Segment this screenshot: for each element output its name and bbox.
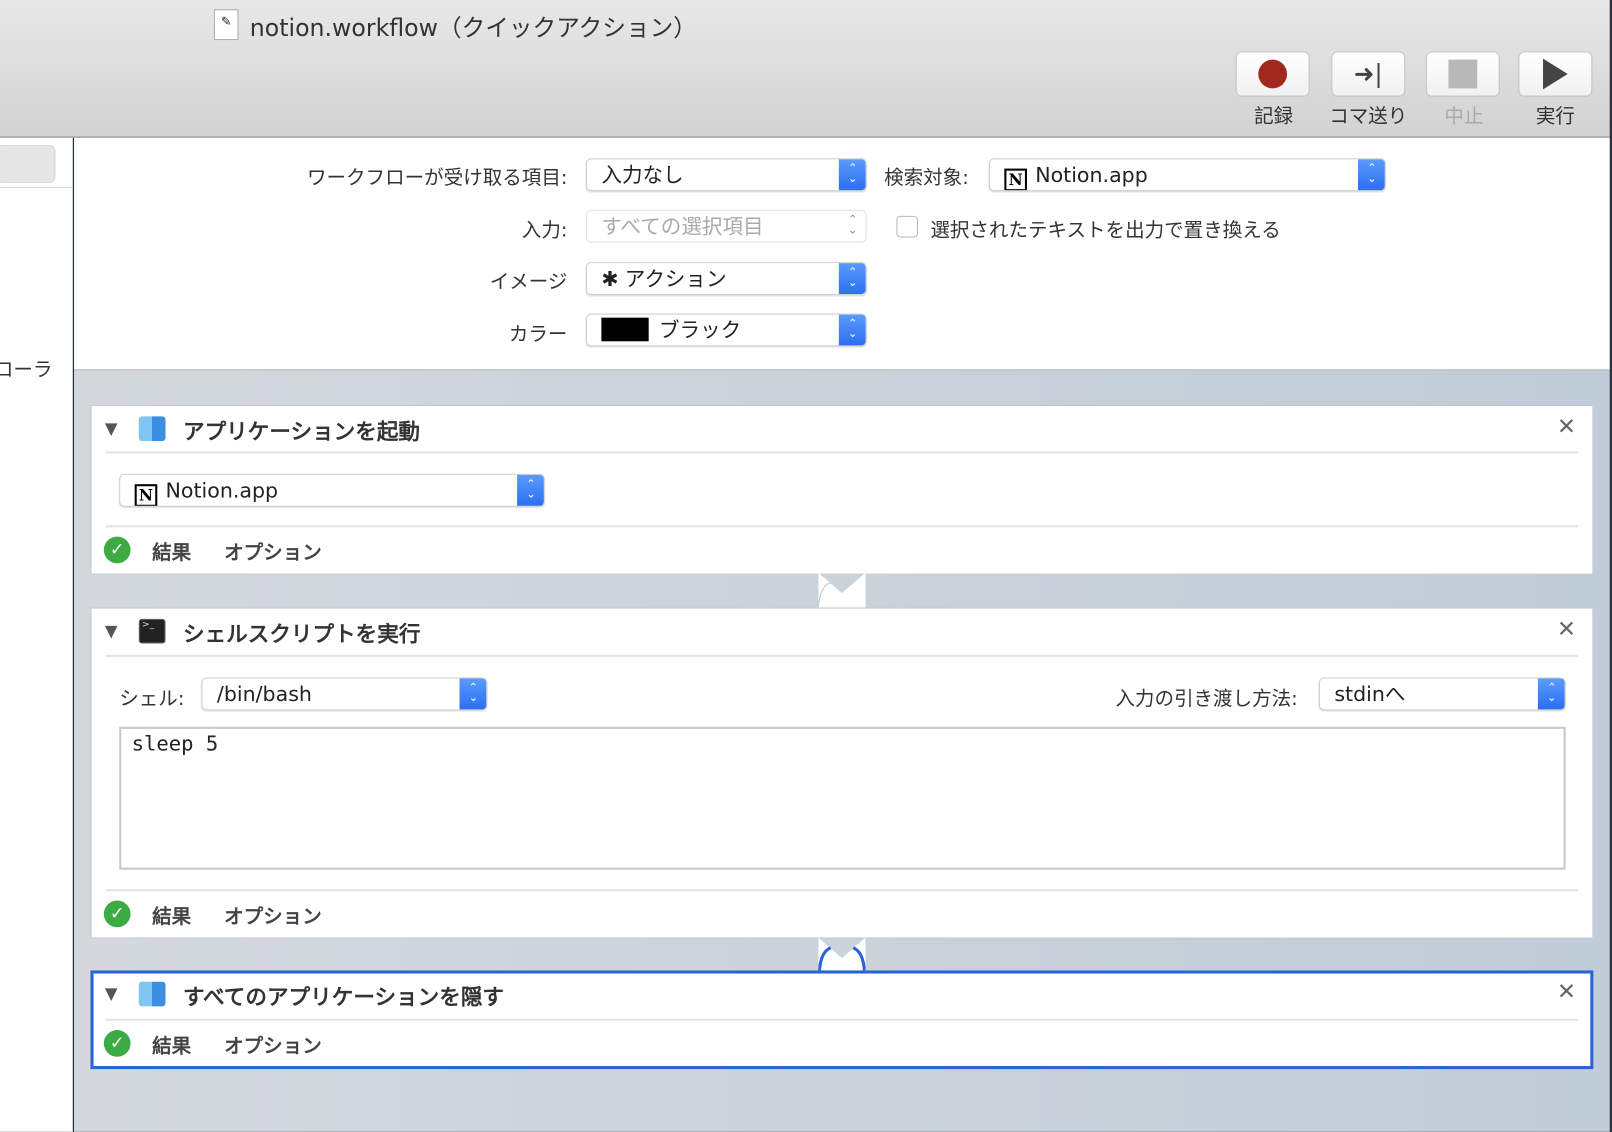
replace-text-checkbox[interactable] <box>896 215 919 238</box>
action-launch-application[interactable]: ▼ アプリケーションを起動 ✕ N Notion.app ⌃ ⌄ ✓ 結果 オプション <box>90 405 1594 575</box>
divider <box>105 889 1578 892</box>
color-popup[interactable]: ブラック ⌃ ⌄ <box>585 313 867 347</box>
options-tab[interactable]: オプション <box>224 1031 322 1059</box>
sidebar-divider <box>0 187 72 189</box>
image-value: アクション <box>624 266 727 291</box>
image-popup[interactable]: ✱ アクション ⌃ ⌄ <box>585 262 867 296</box>
disclosure-triangle-icon[interactable]: ▼ <box>105 621 118 641</box>
chevron-updown-icon: ⌃ ⌄ <box>1537 678 1565 710</box>
action-hide-all-applications[interactable]: ▼ すべてのアプリケーションを隠す ✕ ✓ 結果 オプション <box>90 970 1594 1070</box>
checkmark-icon: ✓ <box>103 536 131 564</box>
receives-value: 入力なし <box>601 162 684 188</box>
options-tab[interactable]: オプション <box>224 538 322 566</box>
shell-value: /bin/bash <box>216 681 312 707</box>
action-run-shell-script[interactable]: ▼ >_ シェルスクリプトを実行 ✕ シェル: /bin/bash ⌃ ⌄ 入力の引… <box>90 607 1594 939</box>
sidebar-item-partial[interactable]: ローラ <box>0 355 52 383</box>
disclosure-triangle-icon[interactable]: ▼ <box>105 418 118 438</box>
action-header: ▼ すべてのアプリケーションを隠す ✕ <box>94 974 1591 1021</box>
workflow-settings-panel: ワークフローが受け取る項目: 入力なし ⌃ ⌄ 検索対象: N Notion.app ⌃… <box>74 137 1610 371</box>
pass-input-label: 入力の引き渡し方法: <box>1115 687 1298 711</box>
finder-icon <box>138 416 166 442</box>
image-label: イメージ <box>489 270 568 293</box>
window-toolbar: ✎ notion.workflow（クイックアクション） 記録 ➜| コマ送り … <box>0 0 1610 138</box>
divider <box>105 525 1578 528</box>
search-target-label: 検索対象: <box>884 166 969 190</box>
window-title: notion.workflow（クイックアクション） <box>249 15 697 43</box>
checkmark-icon: ✓ <box>103 900 131 928</box>
close-icon[interactable]: ✕ <box>1557 617 1576 643</box>
record-icon <box>1258 59 1288 89</box>
action-connector <box>818 572 866 608</box>
input-value: すべての選択項目 <box>601 213 764 239</box>
record-label: 記録 <box>1254 104 1294 128</box>
shell-popup[interactable]: /bin/bash ⌃ ⌄ <box>201 677 488 711</box>
script-editor[interactable]: sleep 5 <box>119 726 1566 870</box>
notion-app-icon: N <box>1004 168 1027 191</box>
sidebar-search-field[interactable] <box>0 144 56 183</box>
action-title: アプリケーションを起動 <box>182 419 421 445</box>
chevron-updown-icon: ⌃ ⌄ <box>847 212 858 237</box>
action-title: シェルスクリプトを実行 <box>182 621 421 647</box>
gear-icon: ✱ <box>601 266 619 291</box>
results-tab[interactable]: 結果 <box>152 902 191 930</box>
play-icon <box>1543 58 1568 90</box>
stop-icon <box>1448 59 1478 89</box>
options-tab[interactable]: オプション <box>224 902 322 930</box>
search-target-popup[interactable]: N Notion.app ⌃ ⌄ <box>988 158 1386 192</box>
finder-icon <box>138 981 166 1007</box>
stop-label: 中止 <box>1444 104 1484 128</box>
disclosure-triangle-icon[interactable]: ▼ <box>105 984 118 1004</box>
chevron-updown-icon: ⌃ ⌄ <box>838 159 866 191</box>
shell-label: シェル: <box>119 687 185 711</box>
receives-popup[interactable]: 入力なし ⌃ ⌄ <box>585 158 867 192</box>
step-button[interactable]: ➜| <box>1331 51 1406 97</box>
color-label: カラー <box>508 322 568 346</box>
receives-label: ワークフローが受け取る項目: <box>306 166 568 190</box>
terminal-icon: >_ <box>138 618 166 644</box>
chevron-updown-icon: ⌃ ⌄ <box>459 678 487 710</box>
pass-input-value: stdinへ <box>1334 681 1406 707</box>
divider <box>105 451 1578 454</box>
application-value: Notion.app <box>165 478 279 503</box>
divider <box>105 654 1578 657</box>
close-icon[interactable]: ✕ <box>1557 414 1576 440</box>
divider <box>105 1018 1578 1021</box>
step-icon: ➜| <box>1353 59 1383 89</box>
chevron-updown-icon: ⌃ ⌄ <box>1357 159 1385 191</box>
run-button[interactable] <box>1518 51 1593 97</box>
workflow-file-icon: ✎ <box>213 9 239 41</box>
action-header: ▼ >_ シェルスクリプトを実行 ✕ <box>91 609 1592 656</box>
library-sidebar: ローラ <box>0 137 73 1132</box>
checkmark-icon: ✓ <box>103 1030 131 1057</box>
input-popup: すべての選択項目 ⌃ ⌄ <box>585 209 867 243</box>
step-label: コマ送り <box>1329 104 1408 128</box>
stop-button[interactable] <box>1425 51 1500 97</box>
notion-app-icon: N <box>134 484 158 506</box>
replace-text-label: 選択されたテキストを出力で置き換える <box>930 218 1281 242</box>
run-label: 実行 <box>1535 104 1575 128</box>
color-value: ブラック <box>658 317 742 343</box>
search-target-value: Notion.app <box>1035 162 1148 188</box>
chevron-updown-icon: ⌃ ⌄ <box>517 474 544 506</box>
action-connector <box>818 937 866 973</box>
color-swatch <box>601 317 649 342</box>
results-tab[interactable]: 結果 <box>152 538 191 566</box>
action-title: すべてのアプリケーションを隠す <box>182 984 505 1010</box>
chevron-updown-icon: ⌃ ⌄ <box>838 314 866 346</box>
close-icon[interactable]: ✕ <box>1557 980 1576 1006</box>
input-label: 入力: <box>521 218 568 242</box>
record-button[interactable] <box>1235 51 1310 97</box>
pass-input-popup[interactable]: stdinへ ⌃ ⌄ <box>1318 677 1566 711</box>
action-header: ▼ アプリケーションを起動 ✕ <box>91 406 1592 453</box>
application-popup[interactable]: N Notion.app ⌃ ⌄ <box>119 473 545 507</box>
results-tab[interactable]: 結果 <box>152 1031 191 1059</box>
chevron-updown-icon: ⌃ ⌄ <box>838 263 866 295</box>
